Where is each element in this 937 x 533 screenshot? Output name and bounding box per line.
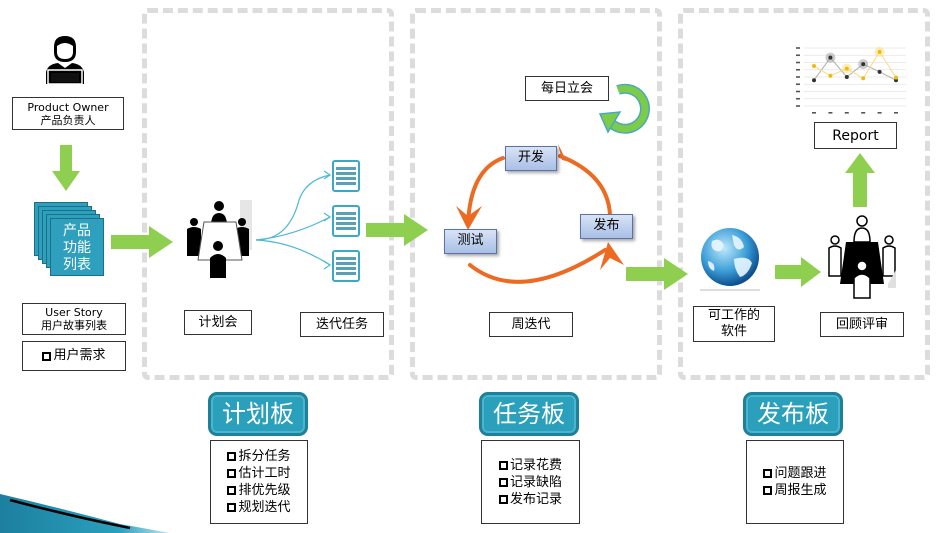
user-story-en: User Story xyxy=(45,306,103,319)
chart-y-tick xyxy=(796,76,800,78)
chart-y-tick xyxy=(796,61,800,64)
task-board-list: 记录花费 记录缺陷 发布记录 xyxy=(481,440,580,524)
task-doc-icon xyxy=(332,205,360,237)
report-label: Report xyxy=(814,122,897,149)
chart-x-tick xyxy=(861,112,866,114)
chart-y-tick xyxy=(796,90,800,93)
release-board-list: 问题跟进 周报生成 xyxy=(746,440,844,524)
cycle-node-release: 发布 xyxy=(580,214,633,239)
chart-x-tick xyxy=(877,112,882,114)
weekly-iteration-label: 周迭代 xyxy=(489,312,573,337)
arrow-right-icon xyxy=(775,257,821,287)
refresh-cycle-icon xyxy=(598,83,650,134)
chart-y-tick xyxy=(796,54,800,57)
backlog-line3: 列表 xyxy=(63,257,91,273)
iteration-tasks-label: 迭代任务 xyxy=(300,312,384,337)
chart-point-dark xyxy=(844,75,849,79)
globe-icon xyxy=(700,228,760,291)
chart-point-yellow xyxy=(894,75,898,80)
arrow-right-icon xyxy=(366,214,428,246)
checkbox-icon xyxy=(763,469,773,478)
chart-y-tick xyxy=(796,83,800,86)
backlog-stack: 产品 功能 列表 xyxy=(34,202,114,282)
planning-task-item: 拆分任务 xyxy=(227,448,291,465)
user-story-label: User Story 用户故事列表 xyxy=(22,303,126,335)
cycle-node-test: 测试 xyxy=(444,229,497,254)
task-board-title: 任务板 xyxy=(479,392,579,436)
chart-y-tick xyxy=(796,47,800,49)
planning-task-item: 估计工时 xyxy=(227,465,291,482)
chart-y-tick xyxy=(796,97,800,100)
requirements-item: 用户需求 xyxy=(53,348,106,363)
product-owner-en: Product Owner xyxy=(27,100,109,114)
planning-task-item: 规划迭代 xyxy=(227,499,291,516)
checkbox-icon xyxy=(42,351,52,361)
checkbox-icon xyxy=(498,494,508,504)
working-software-label: 可工作的 软件 xyxy=(693,306,775,342)
planning-meeting-label: 计划会 xyxy=(184,310,252,335)
planning-board-title: 计划板 xyxy=(208,392,308,436)
planning-board-list: 拆分任务 估计工时 排优先级 规划迭代 xyxy=(210,440,308,524)
chart-y-tick xyxy=(796,105,800,107)
task-doc-icon xyxy=(332,250,360,282)
report-chart xyxy=(796,46,906,114)
chart-point-dark xyxy=(828,55,833,60)
release-board-title: 发布板 xyxy=(743,392,843,436)
user-story-zh: 用户故事列表 xyxy=(41,319,107,332)
requirements-box: 用户需求 xyxy=(22,341,126,371)
arrow-up-icon xyxy=(845,153,875,207)
task-doc-icon xyxy=(332,160,360,192)
backlog-line2: 功能 xyxy=(63,240,91,256)
arrow-right-icon xyxy=(111,226,173,258)
planning-task-item: 排优先级 xyxy=(227,482,291,499)
working-software-line2: 软件 xyxy=(720,324,747,339)
chart-point-dark xyxy=(812,78,816,83)
chart-point-dark xyxy=(861,62,866,67)
chart-point-yellow xyxy=(861,76,866,81)
release-board-item: 问题跟进 xyxy=(763,465,827,482)
checkbox-icon xyxy=(498,477,508,487)
checkbox-icon xyxy=(227,486,237,495)
chart-x-tick xyxy=(844,112,849,114)
task-branch-lines xyxy=(255,170,332,270)
chart-point-yellow xyxy=(812,64,816,69)
review-label: 回顾评审 xyxy=(820,312,904,337)
chart-x-tick xyxy=(828,112,833,114)
backlog-line1: 产品 xyxy=(63,223,91,239)
checkbox-icon xyxy=(763,486,773,495)
task-board-item: 记录缺陷 xyxy=(498,474,562,491)
task-board-item: 记录花费 xyxy=(498,457,562,474)
decorative-swoosh xyxy=(0,494,170,533)
chart-x-tick xyxy=(894,112,898,114)
checkbox-icon xyxy=(498,460,508,470)
task-board-item: 发布记录 xyxy=(498,491,562,508)
chart-point-yellow xyxy=(877,49,882,54)
product-owner-icon xyxy=(46,36,84,85)
chart-point-dark xyxy=(877,69,882,74)
checkbox-icon xyxy=(227,452,237,461)
product-owner-zh: 产品负责人 xyxy=(40,113,96,127)
checkbox-icon xyxy=(227,503,237,512)
product-owner-label: Product Owner 产品负责人 xyxy=(12,97,124,130)
working-software-line1: 可工作的 xyxy=(707,308,760,323)
arrow-right-icon xyxy=(626,258,688,290)
release-board-item: 周报生成 xyxy=(763,482,827,499)
review-meeting-icon xyxy=(828,215,896,299)
arrow-down-icon xyxy=(52,145,80,191)
chart-y-tick xyxy=(796,68,800,71)
chart-point-yellow xyxy=(828,73,833,78)
daily-standup-label: 每日立会 xyxy=(525,76,609,101)
checkbox-icon xyxy=(227,469,237,478)
chart-x-tick xyxy=(812,112,816,114)
chart-point-yellow xyxy=(844,66,849,71)
planning-meeting-icon xyxy=(187,200,252,278)
cycle-node-develop: 开发 xyxy=(505,146,557,171)
